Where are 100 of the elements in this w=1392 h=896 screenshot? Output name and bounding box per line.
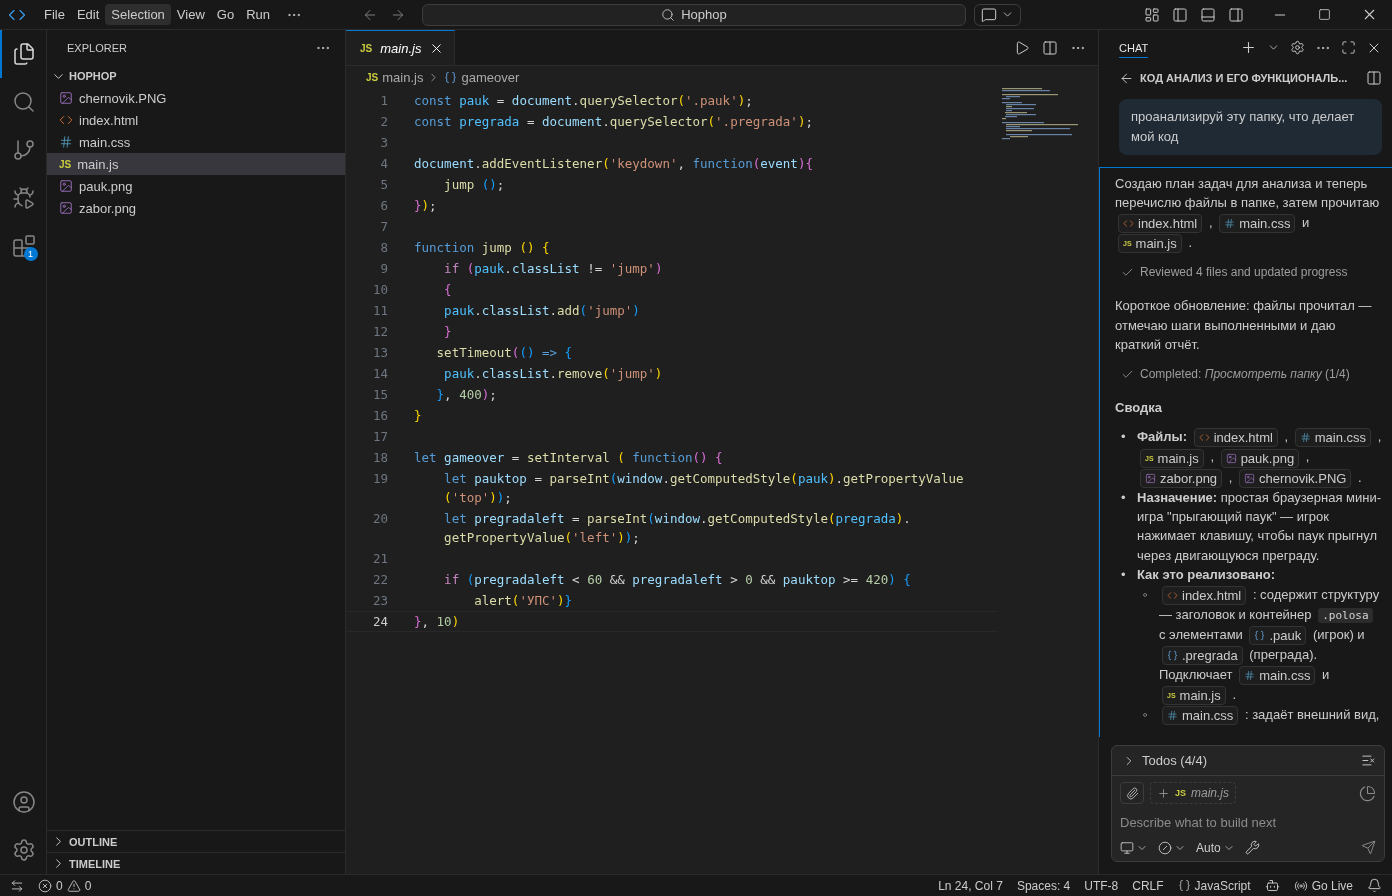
status-item[interactable]: Ln 24, Col 7 bbox=[938, 878, 1003, 893]
code-line: let pregradaleft = parseInt(window.getComputedStyle(pregrada). getPropertyValue('left')); bbox=[443, 510, 911, 547]
braces-icon bbox=[1254, 630, 1266, 642]
image-icon bbox=[1145, 472, 1156, 484]
inline-code: .polosa bbox=[1318, 607, 1373, 623]
message-text: : задаёт внешний вид, bbox=[1244, 707, 1380, 723]
section-header[interactable]: TIMELINE bbox=[47, 852, 345, 874]
menu-item[interactable]: View bbox=[170, 4, 211, 25]
monitor-icon[interactable] bbox=[1120, 840, 1134, 855]
file-chip[interactable]: chernovik.PNG bbox=[1239, 468, 1352, 488]
code-line: } bbox=[414, 407, 422, 425]
context-chip[interactable]: JS main.js bbox=[1150, 782, 1237, 804]
maximize-icon[interactable] bbox=[1318, 8, 1331, 21]
file-chip[interactable]: pauk.png bbox=[1220, 448, 1300, 468]
explorer-file[interactable]: main.css bbox=[47, 131, 345, 153]
menu-item[interactable]: Go bbox=[210, 4, 241, 25]
message-text: . bbox=[1188, 234, 1192, 250]
line-number: 2 bbox=[379, 113, 389, 131]
line-number: 15 bbox=[371, 386, 389, 404]
breadcrumb-item[interactable]: gameover bbox=[444, 69, 520, 85]
remote-icon[interactable] bbox=[10, 878, 24, 893]
go-live-button[interactable]: Go Live bbox=[1293, 878, 1353, 893]
explorer-file[interactable]: zabor.png bbox=[47, 197, 345, 219]
send-icon[interactable] bbox=[1361, 840, 1376, 855]
broadcast-icon bbox=[1293, 878, 1308, 893]
command-search-field[interactable]: Hophop bbox=[422, 3, 966, 26]
line-number: 19 bbox=[371, 470, 389, 488]
settings-icon[interactable] bbox=[1290, 40, 1305, 55]
attach-button[interactable] bbox=[1120, 782, 1144, 804]
status-item[interactable]: UTF-8 bbox=[1084, 878, 1119, 893]
model-picker[interactable]: Auto bbox=[1196, 840, 1235, 855]
file-chip[interactable]: main.css bbox=[1294, 428, 1372, 448]
mode-icon[interactable] bbox=[1158, 840, 1172, 855]
file-chip[interactable]: index.html bbox=[1118, 213, 1203, 233]
line-number: 20 bbox=[371, 510, 389, 528]
file-chip[interactable]: main.css bbox=[1219, 213, 1296, 233]
bell-icon[interactable] bbox=[1367, 878, 1382, 893]
explorer-file[interactable]: index.html bbox=[47, 109, 345, 131]
user-message: проанализируй эту папку, что делает мой код bbox=[1119, 99, 1382, 155]
explorer-file[interactable]: pauk.png bbox=[47, 175, 345, 197]
files-icon bbox=[12, 42, 36, 66]
code-line: if (pauk.classList != 'jump') bbox=[443, 260, 663, 278]
menu-item[interactable]: Edit bbox=[70, 4, 106, 25]
status-item[interactable]: CRLF bbox=[1132, 878, 1164, 893]
line-number: 14 bbox=[371, 365, 389, 383]
folder-row[interactable]: HOPHOP bbox=[47, 65, 345, 87]
activity-button[interactable]: 1 bbox=[0, 222, 47, 270]
code-line: if (pregradaleft < 60 && pregradaleft > 0 && pauktop >= 420) { bbox=[443, 571, 911, 589]
hash-icon bbox=[59, 135, 73, 149]
line-number: 9 bbox=[379, 260, 389, 278]
breadcrumb-item[interactable]: JS main.js bbox=[366, 69, 424, 85]
account-icon[interactable] bbox=[12, 790, 36, 814]
message-text: . bbox=[1232, 687, 1236, 703]
problems-indicator[interactable]: 0 0 bbox=[38, 878, 92, 893]
code-line: const pauk = document.querySelector('.pauk'); bbox=[414, 92, 753, 110]
chat-input-field[interactable]: Describe what to build next bbox=[1120, 812, 1376, 832]
run-icon[interactable] bbox=[1014, 39, 1030, 56]
tools-icon[interactable] bbox=[1244, 840, 1260, 855]
list-bullet: • bbox=[1121, 488, 1127, 507]
file-chip[interactable]: index.html bbox=[1193, 428, 1278, 448]
symbol-chip[interactable]: .pregrada bbox=[1162, 646, 1243, 666]
split-icon[interactable] bbox=[1366, 70, 1382, 86]
editor-tab[interactable]: JS main.js bbox=[346, 30, 456, 65]
section-header[interactable]: OUTLINE bbox=[47, 830, 345, 852]
symbol-chip[interactable]: .pauk bbox=[1249, 626, 1307, 646]
hash-icon bbox=[1167, 710, 1178, 722]
chat-icon bbox=[981, 6, 997, 23]
error-icon bbox=[38, 878, 52, 893]
menu-item[interactable]: Run bbox=[240, 4, 276, 25]
message-text: , bbox=[1284, 429, 1289, 445]
panel-left-icon[interactable] bbox=[1172, 6, 1188, 23]
panel-bottom-icon[interactable] bbox=[1200, 6, 1216, 23]
hash-icon bbox=[1224, 217, 1236, 229]
message-text: , bbox=[1210, 449, 1214, 465]
menu-item[interactable]: Selection bbox=[105, 4, 171, 25]
maximize-icon[interactable] bbox=[1341, 40, 1356, 55]
file-chip[interactable]: zabor.png bbox=[1140, 468, 1223, 488]
code-line: const pregrada = document.querySelector('.pregrada'); bbox=[414, 113, 813, 131]
panel-right-icon[interactable] bbox=[1228, 6, 1244, 23]
file-chip[interactable]: main.css bbox=[1162, 706, 1239, 726]
plus-icon[interactable] bbox=[1240, 39, 1257, 56]
language-mode[interactable]: JavaScript bbox=[1177, 878, 1251, 893]
todos-header[interactable]: Todos (4/4) bbox=[1112, 746, 1384, 776]
message-text: : содержит структуру bbox=[1252, 586, 1380, 602]
file-chip[interactable]: main.css bbox=[1239, 666, 1316, 686]
settings-icon[interactable] bbox=[12, 838, 36, 862]
explorer-file[interactable]: chernovik.PNG bbox=[47, 87, 345, 109]
menu-item[interactable]: File bbox=[38, 4, 71, 25]
chat-tab[interactable]: CHAT bbox=[1119, 37, 1149, 58]
explorer-file[interactable]: JS main.js bbox=[47, 153, 345, 175]
chat-menu-button[interactable] bbox=[974, 3, 1021, 26]
layout-icon[interactable] bbox=[1144, 6, 1160, 23]
line-number: 23 bbox=[371, 592, 389, 610]
message-text: Файлы: bbox=[1137, 429, 1187, 445]
pie-chart-icon bbox=[1359, 784, 1376, 802]
split-editor-icon[interactable] bbox=[1042, 39, 1058, 56]
status-item[interactable]: Spaces: 4 bbox=[1016, 878, 1071, 893]
bot-icon[interactable] bbox=[1264, 878, 1280, 893]
file-chip[interactable]: index.html bbox=[1162, 585, 1247, 605]
panel-title: EXPLORER bbox=[67, 41, 127, 54]
